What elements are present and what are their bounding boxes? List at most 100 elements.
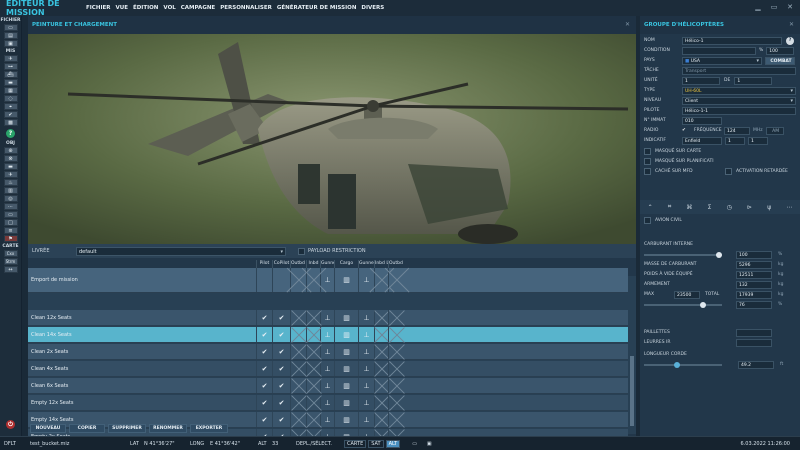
new-button[interactable]: NOUVEAU	[30, 424, 66, 433]
carte-button[interactable]: CARTE	[344, 439, 367, 448]
empty-slot[interactable]	[306, 361, 320, 376]
target-tab-icon[interactable]: ⌗	[668, 203, 671, 211]
frequence-input[interactable]: 124	[724, 126, 750, 135]
longueur-input[interactable]: 49.2	[738, 360, 774, 369]
map-mode-button[interactable]: Cxx	[3, 250, 18, 257]
obj-layers-icon[interactable]: ≡	[3, 227, 18, 234]
occupied-check-icon[interactable]: ✔	[256, 310, 272, 325]
cargo-seats-icon[interactable]: ▥	[334, 378, 358, 393]
indicatif-select[interactable]: Enfield	[682, 136, 722, 145]
empty-slot[interactable]	[374, 395, 388, 410]
gunner-icon[interactable]: ⊥	[358, 344, 374, 359]
obj-select-icon[interactable]: ⊕	[3, 147, 18, 154]
avion-civil-checkbox[interactable]	[644, 217, 651, 224]
gunner-icon[interactable]: ⊥	[358, 327, 374, 342]
radio-tab-icon[interactable]: ⊳	[747, 204, 752, 211]
close-icon[interactable]: ✕	[625, 21, 630, 28]
empty-slot[interactable]	[388, 310, 404, 325]
table-row[interactable]: Clean 6x Seats ✔ ✔ ⊥ ▥ ⊥	[28, 378, 628, 394]
radio-checkbox[interactable]: ✔	[682, 128, 694, 133]
alt-button[interactable]: ALT	[385, 439, 401, 448]
vehicle-group-icon[interactable]: ▬	[3, 79, 18, 86]
open-file-icon[interactable]: ▤	[3, 32, 18, 39]
tache-select[interactable]: Transport	[682, 66, 796, 75]
zone-icon[interactable]: ◌	[3, 95, 18, 102]
payload-restriction[interactable]: PAYLOAD RESTRICTION	[298, 247, 366, 255]
cargo-seats-icon[interactable]: ▥	[334, 361, 358, 376]
gunner-icon[interactable]: ⊥	[358, 378, 374, 393]
payload-restriction-checkbox[interactable]	[298, 247, 305, 255]
empty-slot[interactable]	[306, 344, 320, 359]
menu-generateur[interactable]: GÉNÉRATEUR DE MISSION	[277, 5, 357, 11]
obj-line-icon[interactable]: ⋯	[3, 203, 18, 210]
empty-slot[interactable]	[388, 361, 404, 376]
occupied-check-icon[interactable]: ✔	[272, 327, 290, 342]
unite-input[interactable]: 1	[682, 76, 720, 85]
leurres-input[interactable]	[736, 338, 772, 347]
more-tab-icon[interactable]: ⋯	[786, 204, 792, 211]
obj-fire-icon[interactable]: ♨	[3, 179, 18, 186]
cache-mfd-checkbox[interactable]	[644, 168, 651, 175]
gunner-icon[interactable]: ⊥	[320, 310, 334, 325]
route-tab-icon[interactable]: ⌃	[648, 204, 653, 211]
empty-slot[interactable]	[290, 310, 306, 325]
occupied-check-icon[interactable]: ✔	[272, 361, 290, 376]
gunner-icon[interactable]: ⊥	[320, 378, 334, 393]
empty-slot[interactable]	[388, 395, 404, 410]
empty-slot[interactable]	[374, 327, 388, 342]
pays-select[interactable]: ■ USA ▾	[682, 56, 762, 65]
empty-slot[interactable]	[290, 395, 306, 410]
save-file-icon[interactable]: ▣	[3, 40, 18, 47]
empty-slot[interactable]	[374, 310, 388, 325]
obj-rect-icon[interactable]: ▭	[3, 211, 18, 218]
menu-vue[interactable]: VUE	[115, 5, 127, 11]
livery-select[interactable]: default ▾	[76, 246, 286, 256]
minimize-icon[interactable]: ▁	[754, 3, 762, 11]
gunner-icon[interactable]: ⊥	[320, 395, 334, 410]
obj-group-icon[interactable]: ⊗	[3, 155, 18, 162]
close-icon[interactable]: ✕	[786, 3, 794, 11]
sat-button[interactable]: SAT	[368, 439, 384, 448]
de-input[interactable]: 1	[734, 76, 773, 85]
paillettes-input[interactable]	[736, 328, 772, 337]
table-row[interactable]: Empty 12x Seats ✔ ✔ ⊥ ▥ ⊥	[28, 395, 628, 411]
table-row[interactable]: Clean 4x Seats ✔ ✔ ⊥ ▥ ⊥	[28, 361, 628, 377]
map-ruler-icon[interactable]: ↔	[3, 266, 18, 273]
copy-button[interactable]: COPIER	[69, 424, 105, 433]
grid-scrollbar[interactable]	[630, 356, 634, 426]
grid-icon[interactable]: ▩	[3, 119, 18, 126]
gunner-icon[interactable]: ⊥	[358, 395, 374, 410]
obj-warehouse-icon[interactable]: ▥	[3, 187, 18, 194]
empty-slot[interactable]	[290, 327, 306, 342]
gunner-icon[interactable]: ⊥	[358, 310, 374, 325]
empty-slot[interactable]	[290, 361, 306, 376]
menu-campagne[interactable]: CAMPAGNE	[181, 5, 215, 11]
gunner-icon[interactable]: ⊥	[320, 327, 334, 342]
condition-input[interactable]: 100	[766, 46, 795, 55]
empty-slot[interactable]	[306, 310, 320, 325]
menu-fichier[interactable]: FICHIER	[86, 5, 110, 11]
cargo-seats-icon[interactable]: ▥	[334, 395, 358, 410]
delete-button[interactable]: SUPPRIMER	[108, 424, 146, 433]
condition-slider[interactable]	[682, 46, 756, 55]
immat-input[interactable]: 010	[682, 116, 722, 125]
export-button[interactable]: EXPORTER	[190, 424, 228, 433]
modulation-select[interactable]: AM	[765, 126, 784, 135]
close-icon[interactable]: ✕	[789, 21, 794, 28]
niveau-select[interactable]: Client ▾	[682, 96, 796, 105]
help-icon[interactable]: ?	[786, 36, 794, 45]
indicatif-num2[interactable]: 1	[748, 136, 768, 145]
table-row[interactable]: Clean 2x Seats ✔ ✔ ⊥ ▥ ⊥	[28, 344, 628, 360]
helicopter-preview[interactable]	[28, 34, 636, 244]
empty-slot[interactable]	[388, 378, 404, 393]
help-icon[interactable]: ?	[6, 129, 15, 138]
table-row[interactable]: Clean 14x Seats ✔ ✔ ⊥ ▥ ⊥	[28, 327, 628, 343]
occupied-check-icon[interactable]: ✔	[256, 344, 272, 359]
obj-ring-icon[interactable]: ◎	[3, 195, 18, 202]
carburant-input[interactable]: 100	[736, 250, 772, 259]
restore-icon[interactable]: ▭	[770, 3, 778, 11]
gauge-tab-icon[interactable]: ◷	[727, 204, 732, 211]
nom-input[interactable]: Hélico-1	[682, 36, 782, 45]
cargo-seats-icon[interactable]: ▥	[334, 268, 358, 292]
gunner-icon[interactable]: ⊥	[320, 344, 334, 359]
